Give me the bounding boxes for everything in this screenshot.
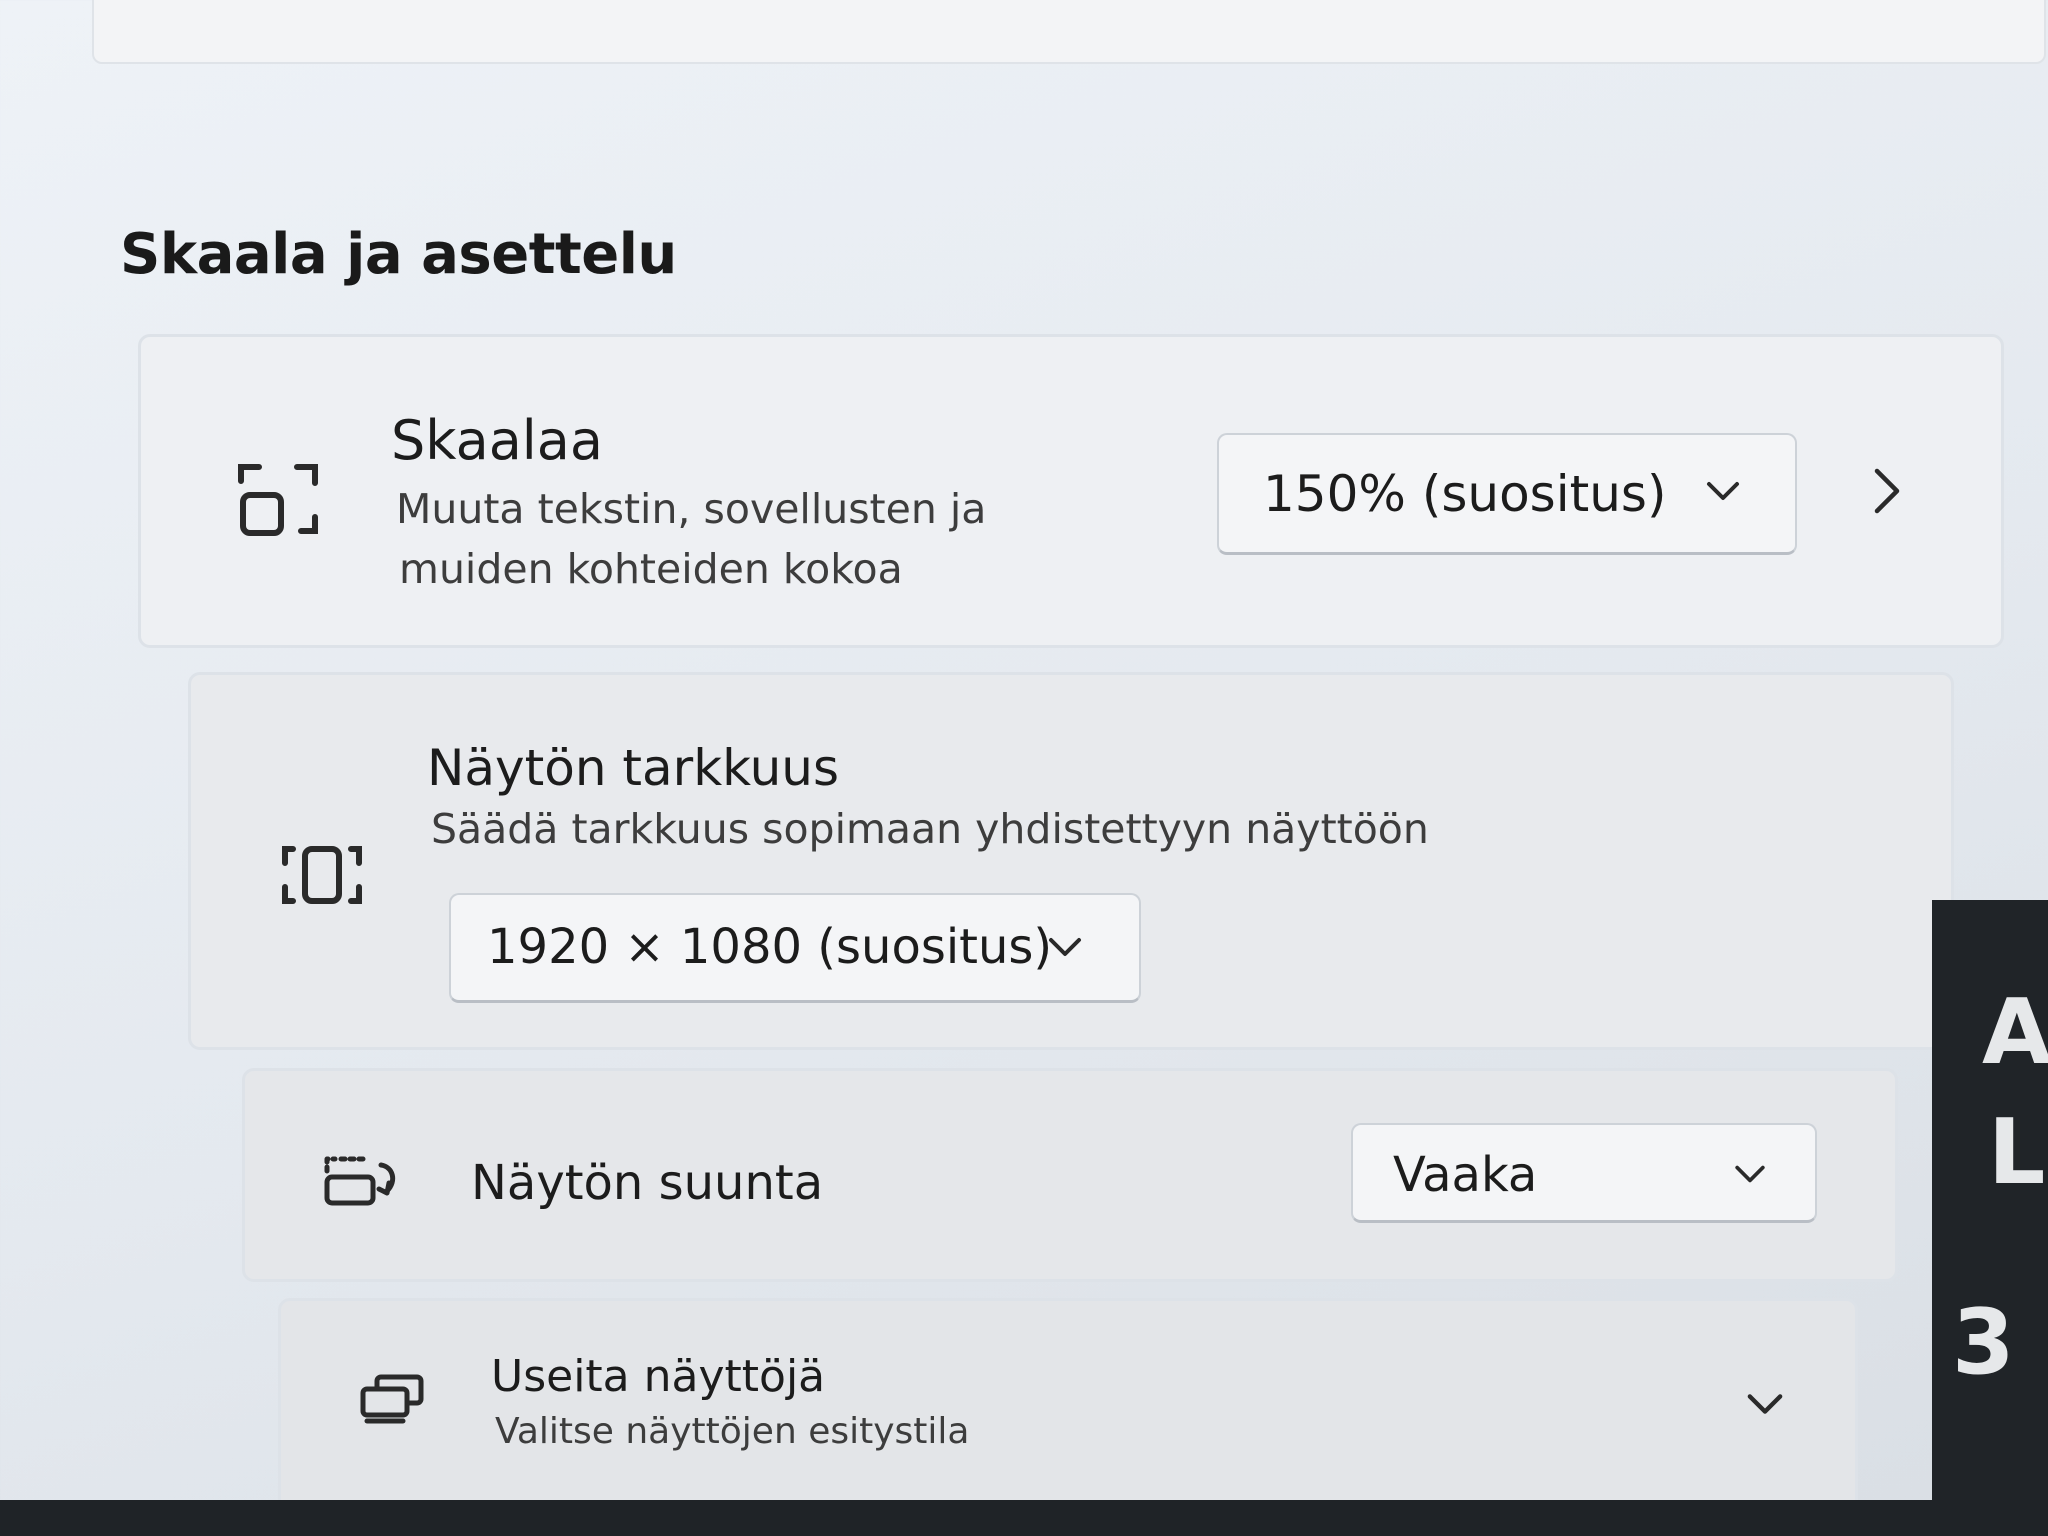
resolution-subtitle: Säädä tarkkuus sopimaan yhdistettyyn näy… — [431, 805, 1429, 853]
scale-dropdown-value: 150% (suositus) — [1263, 465, 1667, 523]
orientation-icon — [323, 1153, 403, 1211]
orientation-setting-card[interactable]: Näytön suunta Vaaka — [242, 1068, 1898, 1282]
resolution-dropdown-value: 1920 × 1080 (suositus) — [487, 919, 1053, 975]
multiple-displays-icon — [357, 1373, 427, 1429]
background-glyph: 3 — [1952, 1290, 2015, 1395]
multiple-displays-title: Useita näyttöjä — [491, 1351, 826, 1402]
multiple-displays-card[interactable]: Useita näyttöjä Valitse näyttöjen esitys… — [278, 1298, 1858, 1518]
previous-settings-card — [92, 0, 2046, 64]
scale-dropdown[interactable]: 150% (suositus) — [1217, 433, 1797, 555]
orientation-dropdown[interactable]: Vaaka — [1351, 1123, 1817, 1223]
chevron-right-icon[interactable] — [1871, 467, 1903, 519]
scale-title: Skaalaa — [391, 409, 603, 472]
scale-subtitle-line2: muiden kohteiden kokoa — [399, 545, 903, 593]
scale-subtitle-line1: Muuta tekstin, sovellusten ja — [396, 485, 987, 533]
screen-bezel — [0, 1500, 2048, 1536]
resolution-icon — [279, 843, 365, 911]
orientation-title: Näytön suunta — [471, 1155, 824, 1211]
background-glyph: L — [1988, 1100, 2046, 1205]
section-title: Skaala ja asettelu — [120, 222, 677, 287]
resolution-title: Näytön tarkkuus — [427, 739, 840, 797]
chevron-down-icon[interactable] — [1745, 1391, 1785, 1421]
background-glyph: A — [1982, 980, 2048, 1085]
chevron-down-icon — [1047, 935, 1083, 963]
scale-icon — [237, 461, 319, 541]
background-wallpaper: A L 3 — [1932, 900, 2048, 1536]
resolution-dropdown[interactable]: 1920 × 1080 (suositus) — [449, 893, 1141, 1003]
orientation-dropdown-value: Vaaka — [1393, 1147, 1538, 1203]
chevron-down-icon — [1705, 479, 1741, 507]
chevron-down-icon — [1733, 1163, 1767, 1189]
resolution-setting-card[interactable]: Näytön tarkkuus Säädä tarkkuus sopimaan … — [188, 672, 1954, 1050]
scale-setting-card[interactable]: Skaalaa Muuta tekstin, sovellusten ja mu… — [138, 334, 2004, 648]
multiple-displays-subtitle: Valitse näyttöjen esitystila — [495, 1411, 970, 1452]
